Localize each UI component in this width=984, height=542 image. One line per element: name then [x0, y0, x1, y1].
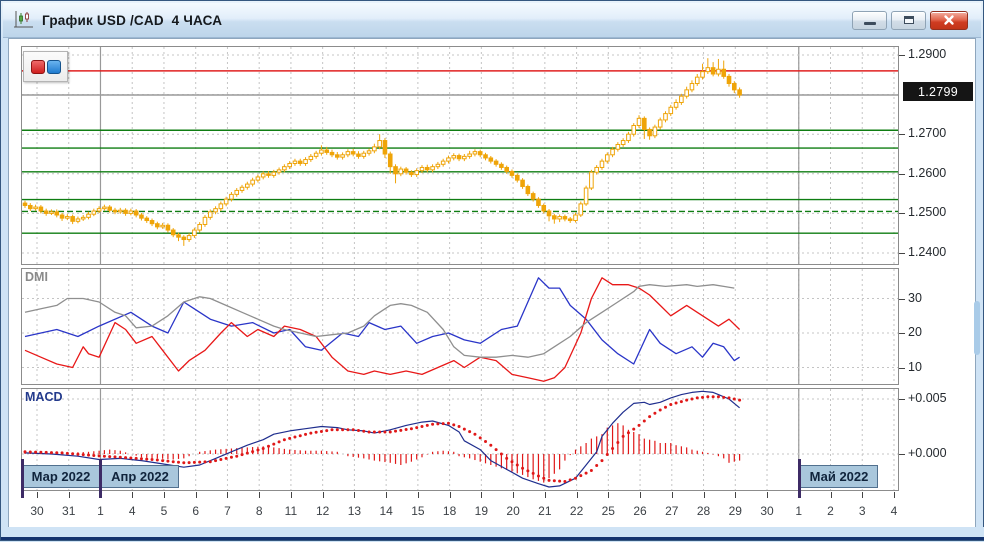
month-boundary-tick — [99, 459, 102, 498]
current-price-badge: 1.2799 — [903, 82, 973, 101]
month-tab-march[interactable]: Мар 2022 — [22, 465, 100, 488]
month-tab-may[interactable]: Май 2022 — [800, 465, 878, 488]
chart-app-icon — [13, 10, 35, 30]
minimize-icon — [864, 22, 876, 25]
dmi-panel-label: DMI — [25, 270, 48, 284]
title-bar[interactable]: График USD /CAD 4 ЧАСА — [3, 3, 981, 38]
window-bottom-edge — [1, 537, 984, 540]
dmi-panel[interactable] — [21, 268, 899, 385]
maximize-icon — [904, 16, 914, 24]
window-border-glass — [974, 301, 980, 355]
adx-gray-line — [25, 285, 734, 358]
maximize-button[interactable] — [891, 11, 926, 30]
candlestick-series — [23, 58, 741, 246]
window-bottom-border — [1, 527, 984, 537]
month-boundary-tick — [21, 459, 24, 498]
minimize-button[interactable] — [852, 11, 887, 30]
month-boundary-tick — [798, 459, 801, 498]
indicator-legend — [23, 51, 68, 82]
price-panel[interactable] — [21, 46, 899, 265]
blue-indicator-toggle[interactable] — [47, 60, 61, 74]
macd-panel-label: MACD — [25, 390, 63, 404]
app-window: График USD /CAD 4 ЧАСА 1.29001.27001.260… — [0, 0, 984, 541]
close-icon — [943, 14, 955, 26]
red-indicator-toggle[interactable] — [31, 60, 45, 74]
chart-layer: 1.29001.27001.26001.25001.2400302010+0.0… — [1, 1, 984, 542]
month-tab-april[interactable]: Апр 2022 — [101, 465, 179, 488]
window-title: График USD /CAD 4 ЧАСА — [42, 13, 222, 28]
close-button[interactable] — [930, 11, 968, 30]
